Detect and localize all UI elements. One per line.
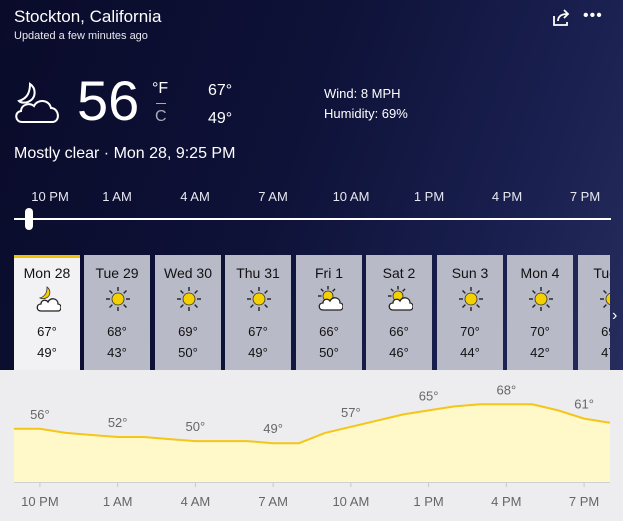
hour-slider-thumb[interactable] [25, 208, 33, 230]
partly-sunny-icon [318, 286, 343, 311]
data-label: 49° [263, 421, 283, 436]
sun-icon [600, 290, 610, 308]
day-low: 49° [37, 345, 57, 360]
current-temperature: 56 [77, 69, 140, 132]
day-card-fri-1[interactable]: Fri 1 66° 50° [296, 255, 362, 370]
x-tick-label: 4 PM [491, 494, 521, 509]
day-high: 66° [319, 324, 339, 339]
share-icon[interactable] [552, 8, 572, 28]
day-name: Thu 31 [236, 265, 280, 281]
day-high: 67° [248, 324, 268, 339]
day-card-thu-31[interactable]: Thu 31 67° 49° [225, 255, 291, 370]
day-low: 46° [389, 345, 409, 360]
x-tick-label: 7 AM [258, 494, 288, 509]
x-tick-label: 7 PM [569, 494, 599, 509]
sun-icon [177, 287, 201, 311]
day-high: 68° [107, 324, 127, 339]
slider-label: 4 PM [491, 189, 523, 204]
day-high: 69° [601, 324, 610, 339]
slider-label: 1 PM [413, 189, 445, 204]
day-low: 42° [530, 345, 550, 360]
hour-slider-track[interactable] [14, 218, 611, 220]
slider-label: 10 AM [332, 189, 370, 204]
day-card-tue-5[interactable]: Tue 5 69° 47° [578, 255, 610, 370]
day-high: 66° [389, 324, 409, 339]
moon-cloud-icon [15, 82, 59, 123]
day-name: Tue 29 [95, 265, 139, 281]
unit-fahrenheit-toggle[interactable]: °F [152, 80, 168, 98]
slider-label: 1 AM [102, 189, 132, 204]
x-tick-label: 1 AM [103, 494, 133, 509]
data-label: 56° [30, 407, 50, 422]
slider-label: 4 AM [180, 189, 210, 204]
day-name: Mon 28 [23, 265, 71, 281]
day-low: 43° [107, 345, 127, 360]
more-options-button[interactable]: ••• [583, 8, 603, 24]
data-label: 61° [574, 397, 594, 412]
updated-status: Updated a few minutes ago [14, 30, 148, 42]
sun-icon [459, 287, 483, 311]
slider-label: 10 PM [31, 189, 69, 204]
today-high: 67° [208, 82, 233, 99]
partly-sunny-icon [388, 286, 413, 311]
day-name: Sun 3 [451, 265, 489, 281]
unit-celsius-toggle[interactable]: C [155, 108, 167, 126]
sun-icon [247, 287, 271, 311]
x-tick-label: 1 PM [413, 494, 443, 509]
sun-icon [106, 287, 130, 311]
data-label: 65° [419, 388, 439, 403]
day-high: 70° [460, 324, 480, 339]
day-high: 70° [530, 324, 550, 339]
day-name: Mon 4 [520, 265, 560, 281]
hourly-temperature-chart: 10 PM 56° 1 AM 52° 4 AM 50° 7 AM 49° 10 AM 57° 1 P… [14, 382, 611, 509]
today-low: 49° [208, 110, 233, 127]
day-name: Tue 5 [593, 265, 610, 281]
day-low: 50° [319, 345, 339, 360]
day-name: Wed 30 [164, 265, 212, 281]
day-name: Sat 2 [382, 265, 416, 281]
x-tick-label: 10 PM [21, 494, 59, 509]
day-name: Fri 1 [315, 265, 343, 281]
day-high: 67° [37, 324, 57, 339]
data-label: 52° [108, 415, 128, 430]
data-label: 50° [186, 419, 206, 434]
humidity: Humidity: 69% [324, 106, 408, 121]
day-low: 47° [601, 345, 610, 360]
unit-divider [156, 103, 166, 104]
day-low: 44° [460, 345, 480, 360]
slider-label: 7 AM [258, 189, 288, 204]
location-title: Stockton, California [14, 7, 162, 26]
day-card-mon-4[interactable]: Mon 4 70° 42° [507, 255, 573, 370]
daily-forecast-strip: Mon 28 67° 49° Tue 29 68° 43° Wed 30 69° 50° Thu … [0, 255, 610, 370]
day-card-sun-3[interactable]: Sun 3 70° 44° [437, 255, 503, 370]
x-tick-label: 10 AM [332, 494, 369, 509]
day-card-sat-2[interactable]: Sat 2 66° 46° [366, 255, 432, 370]
day-low: 49° [248, 345, 268, 360]
slider-label: 7 PM [569, 189, 601, 204]
data-label: 57° [341, 405, 361, 420]
day-high: 69° [178, 324, 198, 339]
sun-icon [529, 287, 553, 311]
chevron-right-icon[interactable]: › [612, 307, 617, 325]
temperature-area [14, 404, 610, 482]
day-low: 50° [178, 345, 198, 360]
condition-datetime: Mostly clear · Mon 28, 9:25 PM [14, 145, 236, 162]
day-card-mon-28[interactable]: Mon 28 67° 49° [14, 255, 80, 370]
day-card-wed-30[interactable]: Wed 30 69° 50° [155, 255, 221, 370]
moon-cloud-icon [36, 286, 61, 312]
x-tick-label: 4 AM [181, 494, 211, 509]
data-label: 68° [497, 382, 517, 397]
wind-speed: Wind: 8 MPH [324, 86, 401, 101]
day-card-tue-29[interactable]: Tue 29 68° 43° [84, 255, 150, 370]
